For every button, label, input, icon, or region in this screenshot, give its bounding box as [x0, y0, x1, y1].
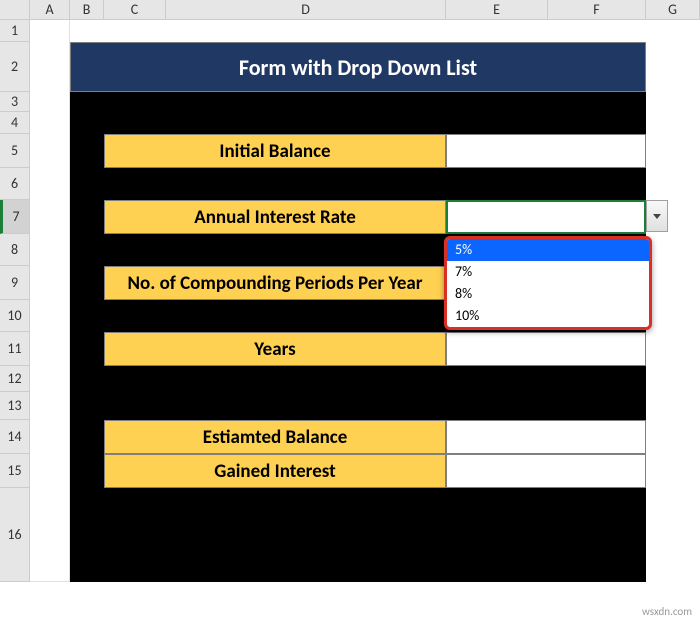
col-F[interactable]: F	[548, 0, 646, 20]
label-initial-balance-text: Initial Balance	[219, 140, 330, 163]
dropdown-option-10pct[interactable]: 10%	[447, 305, 649, 327]
row-2[interactable]: 2	[0, 42, 30, 92]
form-title-text: Form with Drop Down List	[239, 54, 477, 81]
select-all-corner[interactable]	[0, 0, 30, 20]
col-G[interactable]: G	[646, 0, 700, 20]
label-estimated-balance: Estiamted Balance	[104, 420, 446, 454]
col-A-cells[interactable]	[30, 20, 70, 582]
row-15[interactable]: 15	[0, 454, 30, 488]
row-3[interactable]: 3	[0, 92, 30, 112]
label-gained-interest: Gained Interest	[104, 454, 446, 488]
input-initial-balance[interactable]	[446, 134, 646, 168]
row-16[interactable]: 16	[0, 488, 30, 582]
row-8[interactable]: 8	[0, 234, 30, 266]
label-compounding-text: No. of Compounding Periods Per Year	[127, 272, 422, 295]
label-estimated-balance-text: Estiamted Balance	[203, 426, 348, 449]
col-E[interactable]: E	[446, 0, 548, 20]
label-annual-rate: Annual Interest Rate	[104, 200, 446, 234]
dropdown-option-5pct[interactable]: 5%	[447, 239, 649, 261]
col-C[interactable]: C	[104, 0, 166, 20]
dropdown-option-8pct[interactable]: 8%	[447, 283, 649, 305]
input-annual-rate[interactable]	[446, 200, 646, 234]
col-D[interactable]: D	[166, 0, 446, 20]
row-1[interactable]: 1	[0, 20, 30, 42]
dropdown-list[interactable]: 5% 7% 8% 10%	[444, 236, 652, 330]
label-years: Years	[104, 332, 446, 366]
form-title: Form with Drop Down List	[70, 42, 646, 92]
col-A[interactable]: A	[30, 0, 70, 20]
label-initial-balance: Initial Balance	[104, 134, 446, 168]
output-gained-interest[interactable]	[446, 454, 646, 488]
row-13[interactable]: 13	[0, 392, 30, 420]
label-compounding: No. of Compounding Periods Per Year	[104, 266, 446, 300]
col-B[interactable]: B	[70, 0, 104, 20]
input-years[interactable]	[446, 332, 646, 366]
label-gained-interest-text: Gained Interest	[214, 460, 335, 483]
row-12[interactable]: 12	[0, 366, 30, 392]
row-4[interactable]: 4	[0, 112, 30, 134]
row-6[interactable]: 6	[0, 168, 30, 200]
row-10[interactable]: 10	[0, 300, 30, 332]
watermark: wsxdn.com	[642, 605, 692, 618]
spreadsheet: A B C D E F G 1 2 3 4 5 6 7 8 9 10 11 12…	[0, 0, 700, 624]
dropdown-button[interactable]	[646, 200, 668, 232]
row-14[interactable]: 14	[0, 420, 30, 454]
row-5[interactable]: 5	[0, 134, 30, 168]
output-estimated-balance[interactable]	[446, 420, 646, 454]
row-11[interactable]: 11	[0, 332, 30, 366]
row-7[interactable]: 7	[0, 200, 30, 234]
label-years-text: Years	[254, 338, 295, 361]
label-annual-rate-text: Annual Interest Rate	[194, 206, 356, 229]
dropdown-option-7pct[interactable]: 7%	[447, 261, 649, 283]
row-9[interactable]: 9	[0, 266, 30, 300]
